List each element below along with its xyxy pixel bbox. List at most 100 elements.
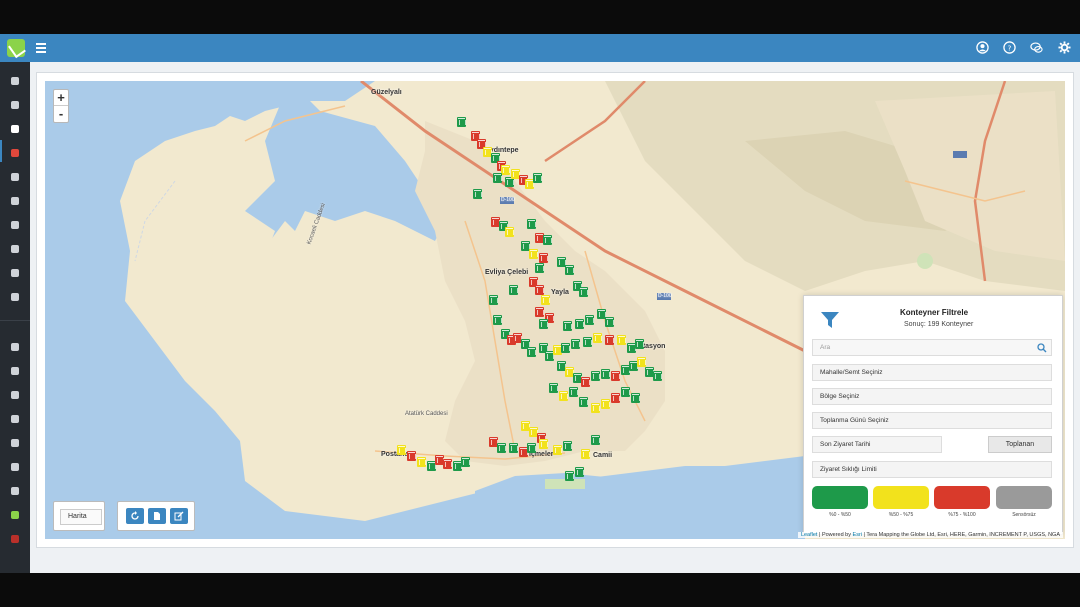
trash-container-marker[interactable]: [579, 397, 588, 407]
mahalle-select[interactable]: Mahalle/Semt Seçiniz: [812, 364, 1052, 381]
trash-container-marker[interactable]: [565, 471, 574, 481]
trash-container-marker[interactable]: [579, 287, 588, 297]
chart-icon[interactable]: [9, 484, 21, 496]
trash-container-marker[interactable]: [635, 339, 644, 349]
trash-container-marker[interactable]: [549, 383, 558, 393]
power-icon[interactable]: [9, 532, 21, 544]
trash-container-marker[interactable]: [535, 263, 544, 273]
trash-container-marker[interactable]: [535, 307, 544, 317]
report-button[interactable]: [148, 508, 166, 524]
trash-container-marker[interactable]: [581, 449, 590, 459]
chat-icon[interactable]: [1030, 41, 1043, 54]
map-view[interactable]: + - Güzelyalı Aydıntepe Evliya Çelebi Ya…: [45, 81, 1065, 539]
trash-container-marker[interactable]: [575, 319, 584, 329]
trash-container-marker[interactable]: [533, 173, 542, 183]
trash-container-marker[interactable]: [501, 165, 510, 175]
trash-container-marker[interactable]: [489, 295, 498, 305]
users-icon[interactable]: [9, 266, 21, 278]
trash-container-marker[interactable]: [605, 317, 614, 327]
toplanan-button[interactable]: Toplanan: [988, 436, 1052, 453]
trash-container-marker[interactable]: [527, 219, 536, 229]
trash-container-marker[interactable]: [565, 265, 574, 275]
legend-yellow-swatch[interactable]: [873, 486, 929, 509]
square-icon[interactable]: [9, 242, 21, 254]
trash-container-marker[interactable]: [605, 335, 614, 345]
trash-container-marker[interactable]: [611, 371, 620, 381]
toplanma-gunu-select[interactable]: Toplanma Günü Seçiniz: [812, 412, 1052, 429]
bolge-select[interactable]: Bölge Seçiniz: [812, 388, 1052, 405]
trash-container-marker[interactable]: [535, 285, 544, 295]
monitor-icon[interactable]: [9, 194, 21, 206]
settings-icon[interactable]: [1058, 41, 1071, 54]
eye-icon[interactable]: [9, 388, 21, 400]
trash-container-marker[interactable]: [539, 253, 548, 263]
document-icon[interactable]: [9, 290, 21, 302]
filter-search-input[interactable]: Ara: [812, 339, 1052, 356]
son-ziyaret-input[interactable]: Son Ziyaret Tarihi: [812, 436, 942, 453]
layer-button-harita[interactable]: Harita: [60, 509, 102, 525]
trash-container-marker[interactable]: [653, 371, 662, 381]
trash-container-marker[interactable]: [509, 285, 518, 295]
dashboard-icon[interactable]: [9, 74, 21, 86]
trash-container-marker[interactable]: [417, 457, 426, 467]
menu-toggle-icon[interactable]: [36, 43, 46, 53]
zoom-out-button[interactable]: -: [54, 106, 68, 122]
trash-container-marker[interactable]: [497, 443, 506, 453]
refresh-button[interactable]: [126, 508, 144, 524]
trash-container-marker[interactable]: [527, 443, 536, 453]
trash-container-marker[interactable]: [591, 371, 600, 381]
trash-container-marker[interactable]: [575, 467, 584, 477]
trash-container-marker[interactable]: [505, 227, 514, 237]
help-icon[interactable]: ?: [1003, 41, 1016, 54]
trash-container-marker[interactable]: [529, 249, 538, 259]
trash-container-marker[interactable]: [569, 387, 578, 397]
trash-container-marker[interactable]: [443, 459, 452, 469]
user-icon[interactable]: [976, 41, 989, 54]
trash-container-marker[interactable]: [527, 347, 536, 357]
trash-container-marker[interactable]: [561, 343, 570, 353]
sitemap-icon[interactable]: [9, 98, 21, 110]
leaflet-link[interactable]: Leaflet: [801, 532, 818, 538]
trash-container-marker[interactable]: [621, 387, 630, 397]
gauge-icon[interactable]: [9, 412, 21, 424]
trash-container-marker[interactable]: [637, 357, 646, 367]
esri-link[interactable]: Esri: [853, 532, 862, 538]
edit-button[interactable]: [170, 508, 188, 524]
trash-container-marker[interactable]: [461, 457, 470, 467]
trash-container-marker[interactable]: [591, 435, 600, 445]
bell-icon[interactable]: [9, 146, 21, 158]
trash-container-marker[interactable]: [593, 333, 602, 343]
trash-container-marker[interactable]: [457, 117, 466, 127]
trash-container-marker[interactable]: [473, 189, 482, 199]
trash-container-marker[interactable]: [543, 235, 552, 245]
trash-container-marker[interactable]: [601, 399, 610, 409]
legend-gray-swatch[interactable]: [996, 486, 1052, 509]
legend-red-swatch[interactable]: [934, 486, 990, 509]
trash-container-marker[interactable]: [509, 443, 518, 453]
trash-container-marker[interactable]: [631, 393, 640, 403]
zoom-in-button[interactable]: +: [54, 90, 68, 106]
cogs-icon[interactable]: [9, 460, 21, 472]
trash-container-marker[interactable]: [571, 339, 580, 349]
trash-container-marker[interactable]: [563, 441, 572, 451]
user-circle-icon[interactable]: [9, 340, 21, 352]
trash-container-marker[interactable]: [611, 393, 620, 403]
trash-container-marker[interactable]: [591, 403, 600, 413]
battery-icon[interactable]: [9, 436, 21, 448]
trash-container-marker[interactable]: [539, 439, 548, 449]
sliders-icon[interactable]: [9, 364, 21, 376]
trash-container-marker[interactable]: [559, 391, 568, 401]
trash-container-marker[interactable]: [617, 335, 626, 345]
ziyaret-siklik-input[interactable]: Ziyaret Sıklığı Limiti: [812, 461, 1052, 478]
trash-container-marker[interactable]: [581, 377, 590, 387]
legend-green-swatch[interactable]: [812, 486, 868, 509]
trash-container-marker[interactable]: [397, 445, 406, 455]
logo-icon[interactable]: [9, 508, 21, 520]
list-icon[interactable]: [9, 170, 21, 182]
trash-icon[interactable]: [9, 122, 21, 134]
trash-container-marker[interactable]: [407, 451, 416, 461]
trash-container-marker[interactable]: [493, 315, 502, 325]
trash-container-marker[interactable]: [493, 173, 502, 183]
trash-container-marker[interactable]: [585, 315, 594, 325]
trash-container-marker[interactable]: [541, 295, 550, 305]
